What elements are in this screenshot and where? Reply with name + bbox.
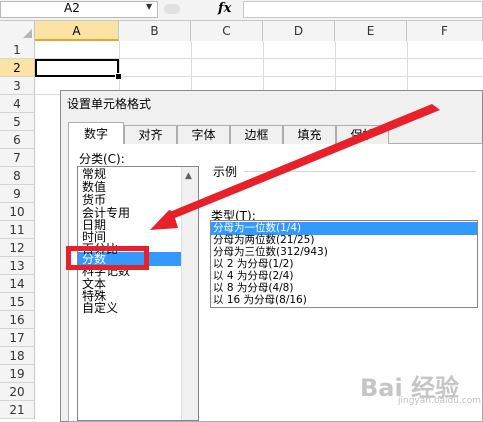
type-item-quarters[interactable]: 以 4 为分母(2/4): [213, 271, 293, 282]
chevron-down-icon[interactable]: ▼: [146, 2, 152, 11]
column-header-c[interactable]: C: [191, 21, 263, 41]
row-header[interactable]: 13: [0, 257, 35, 275]
row-header[interactable]: 5: [0, 113, 35, 131]
type-item-halves[interactable]: 以 2 为分母(1/2): [213, 259, 293, 270]
type-item-three-digit[interactable]: 分母为三位数(312/943): [213, 247, 328, 258]
annotation-highlight-box: [66, 246, 149, 270]
tab-fill[interactable]: 填充: [283, 125, 336, 144]
type-item-one-digit[interactable]: 分母为一位数(1/4): [213, 223, 301, 234]
row-header[interactable]: 21: [0, 401, 35, 419]
row-header[interactable]: 12: [0, 239, 35, 257]
row-header[interactable]: 15: [0, 293, 35, 311]
tab-number[interactable]: 数字: [68, 122, 124, 144]
tab-alignment[interactable]: 对齐: [124, 125, 177, 144]
row-header[interactable]: 4: [0, 95, 35, 113]
type-item-eighths[interactable]: 以 8 为分母(4/8): [213, 283, 293, 294]
select-all-triangle-icon: [23, 29, 32, 38]
row-header[interactable]: 10: [0, 203, 35, 221]
row-header-active[interactable]: 2: [0, 59, 35, 77]
category-label: 分类(C):: [79, 152, 125, 166]
row-header[interactable]: 18: [0, 347, 35, 365]
row-header[interactable]: 16: [0, 311, 35, 329]
row-header[interactable]: 20: [0, 383, 35, 401]
row-header[interactable]: 11: [0, 221, 35, 239]
row-header[interactable]: 14: [0, 275, 35, 293]
row-header[interactable]: 1: [0, 41, 35, 59]
name-box-value: A2: [64, 1, 80, 15]
watermark-url: jingyan.baidu.com: [398, 396, 482, 406]
column-header-e[interactable]: E: [335, 21, 407, 41]
row-header[interactable]: 3: [0, 77, 35, 95]
column-header-d[interactable]: D: [263, 21, 335, 41]
fill-handle[interactable]: [115, 73, 122, 80]
selected-cell-a2[interactable]: [35, 59, 119, 77]
column-header-f[interactable]: F: [407, 21, 483, 41]
sample-label: 示例: [213, 165, 238, 179]
sample-group-line: [244, 171, 476, 172]
type-item-sixteenths[interactable]: 以 16 为分母(8/16): [213, 295, 307, 306]
category-item-custom[interactable]: 自定义: [82, 302, 118, 315]
row-header[interactable]: 7: [0, 149, 35, 167]
tab-font[interactable]: 字体: [177, 125, 230, 144]
dialog-title: 设置单元格格式: [67, 97, 152, 111]
scroll-up-icon[interactable]: ▲: [185, 171, 192, 181]
row-header[interactable]: 17: [0, 329, 35, 347]
type-item-two-digit[interactable]: 分母为两位数(21/25): [213, 235, 314, 246]
column-header-b[interactable]: B: [119, 21, 191, 41]
column-header-a[interactable]: A: [35, 21, 119, 41]
row-header[interactable]: 8: [0, 167, 35, 185]
row-header[interactable]: 6: [0, 131, 35, 149]
formula-bar-resize-handle[interactable]: [164, 4, 180, 14]
row-header[interactable]: 19: [0, 365, 35, 383]
tab-border[interactable]: 边框: [230, 125, 283, 144]
formula-input[interactable]: [243, 1, 483, 18]
row-header[interactable]: 9: [0, 185, 35, 203]
tab-protection[interactable]: 保护: [336, 125, 389, 144]
insert-function-icon[interactable]: fx: [218, 1, 231, 16]
category-scrollbar[interactable]: [181, 167, 198, 420]
